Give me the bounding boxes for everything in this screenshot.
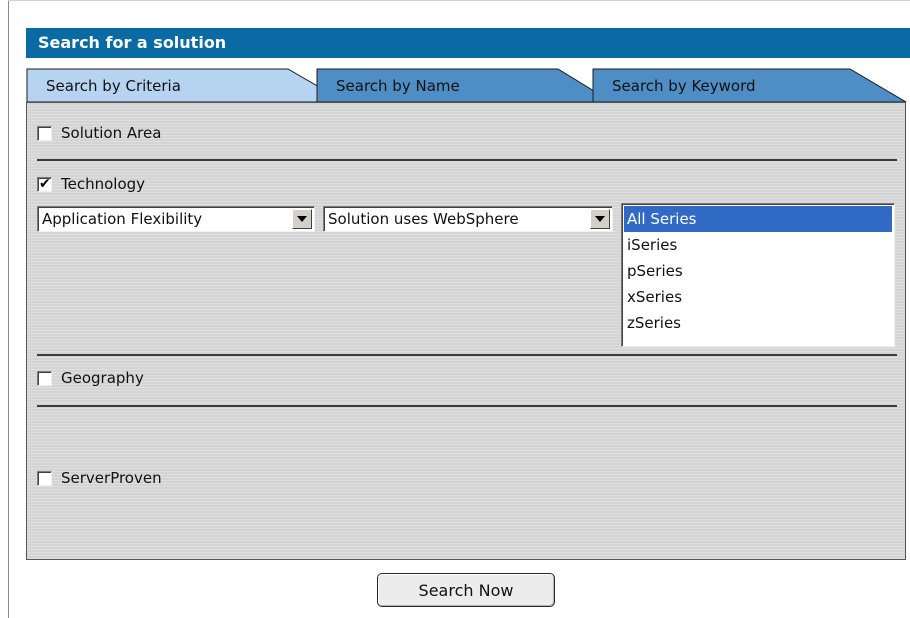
series-option-iseries[interactable]: iSeries (624, 232, 892, 258)
series-listbox[interactable]: All Series iSeries pSeries xSeries zSeri… (621, 203, 895, 347)
dropdown-arrow-icon[interactable] (292, 209, 312, 229)
divider (37, 405, 897, 407)
geography-label: Geography (61, 369, 144, 387)
tab-label: Search by Name (336, 77, 460, 95)
select-value: Solution uses WebSphere (328, 210, 519, 228)
search-tabs: Search by Criteria Search by Name Search… (26, 68, 910, 102)
frame-left-border (8, 0, 9, 618)
series-option-pseries[interactable]: pSeries (624, 258, 892, 284)
tab-search-by-keyword[interactable]: Search by Keyword (592, 68, 908, 102)
search-now-button[interactable]: Search Now (377, 573, 555, 607)
technology-label: Technology (61, 175, 146, 193)
technology-checkbox[interactable]: ✔ (37, 175, 52, 192)
series-option-all[interactable]: All Series (624, 206, 892, 232)
serverproven-checkbox[interactable] (37, 470, 52, 486)
select-value: Application Flexibility (42, 210, 203, 228)
series-option-zseries[interactable]: zSeries (624, 310, 892, 336)
frame-top-border (8, 0, 910, 1)
checkmark-icon: ✔ (39, 175, 51, 192)
section-title: Search for a solution (26, 28, 910, 58)
technology-row: ✔ Technology (37, 173, 145, 195)
serverproven-row: ServerProven (37, 467, 162, 489)
tab-search-by-criteria[interactable]: Search by Criteria (26, 68, 348, 102)
geography-checkbox[interactable] (37, 370, 52, 386)
solution-area-label: Solution Area (61, 124, 162, 142)
tab-search-by-name[interactable]: Search by Name (316, 68, 614, 102)
technology-detail-select[interactable]: Solution uses WebSphere (323, 206, 613, 232)
serverproven-label: ServerProven (61, 469, 162, 487)
criteria-panel: Solution Area ✔ Technology Application F… (26, 102, 906, 560)
divider (37, 354, 897, 356)
divider (37, 159, 897, 161)
tab-label: Search by Criteria (46, 77, 181, 95)
dropdown-arrow-icon[interactable] (590, 209, 610, 229)
tab-label: Search by Keyword (612, 77, 756, 95)
geography-row: Geography (37, 367, 144, 389)
solution-area-row: Solution Area (37, 122, 161, 144)
technology-category-select[interactable]: Application Flexibility (37, 206, 315, 232)
series-option-xseries[interactable]: xSeries (624, 284, 892, 310)
solution-area-checkbox[interactable] (37, 125, 52, 141)
